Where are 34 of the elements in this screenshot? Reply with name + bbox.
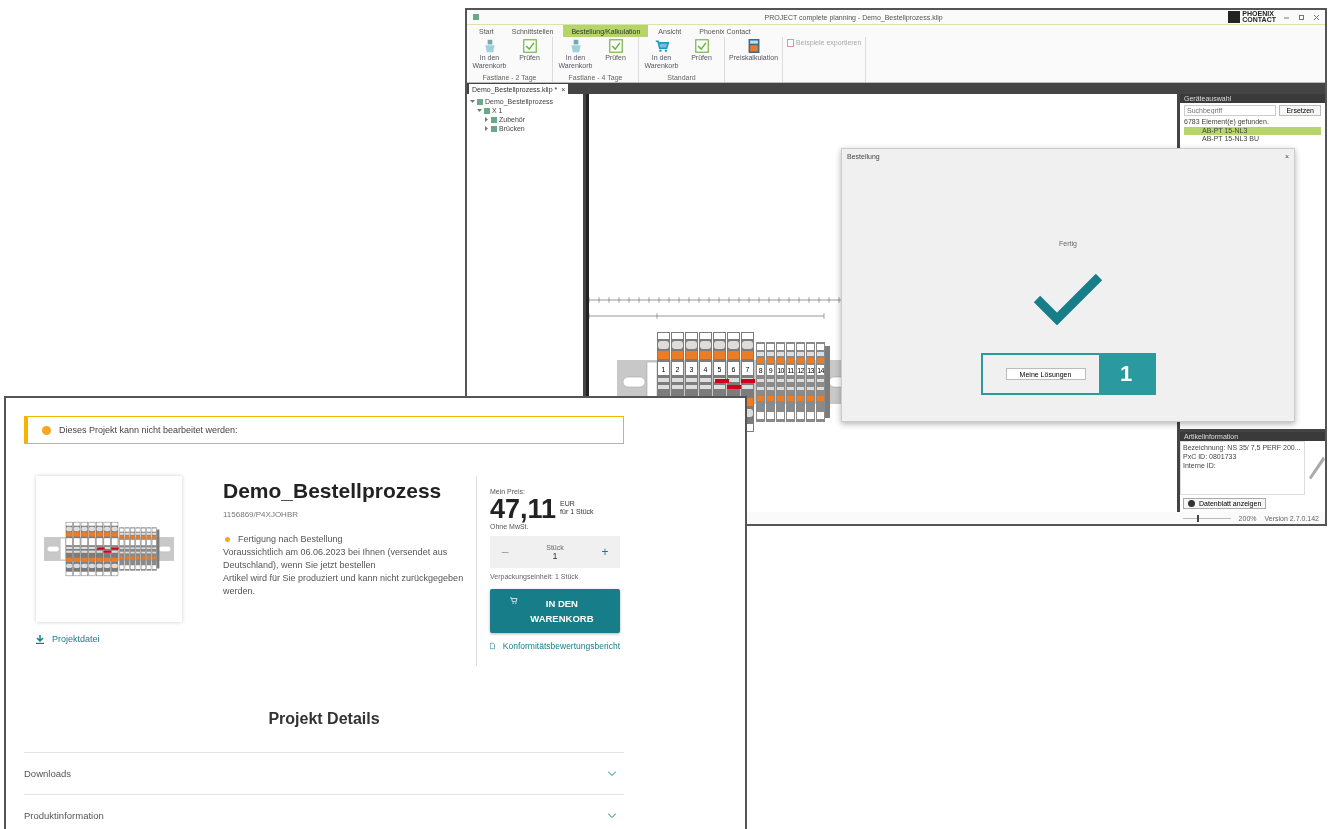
increase-button[interactable]: + — [590, 545, 620, 559]
cart-icon — [654, 39, 669, 53]
cart-icon — [510, 596, 518, 605]
article-number: 1156869/P4XJOHBR — [223, 509, 299, 521]
app-icon — [473, 14, 479, 20]
add-to-cart-button[interactable]: IN DEN WARENKORB — [490, 589, 620, 633]
rail-image — [1309, 456, 1325, 480]
download-link[interactable]: Projektdatei — [36, 634, 186, 644]
expander-icon[interactable] — [484, 126, 489, 131]
price-amount: 47,11 — [490, 495, 557, 523]
basket-icon — [482, 39, 497, 53]
expander-icon[interactable] — [477, 108, 482, 113]
warning-icon — [42, 425, 51, 435]
delivery-text: Voraussichtlich am 06.06.2023 bei Ihnen (versendet aus Deutschland), wenn Sie jetzt bestellen — [223, 546, 449, 572]
section-heading: Projekt Details — [267, 710, 381, 728]
info-icon — [1188, 500, 1195, 507]
return-note: Artikel wird für Sie produziert und kann nicht zurückgegeben werden. — [223, 572, 465, 598]
warning-text: Dieses Projekt kann nicht bearbeitet werden: — [59, 425, 238, 435]
accordion-header[interactable]: Downloads — [24, 753, 624, 795]
document-icon — [490, 641, 495, 651]
download-icon — [36, 634, 44, 644]
expander-icon[interactable] — [470, 99, 475, 104]
basket-icon — [568, 39, 583, 53]
quantity-value[interactable]: 1 — [552, 550, 558, 561]
accordion-header[interactable]: Produktinformation — [24, 795, 624, 829]
callout-number: 1 — [1098, 355, 1154, 393]
status-text: Fertigung nach Bestellung — [238, 533, 343, 546]
checkmark-icon — [1033, 273, 1103, 325]
project-title: Demo_Bestellprozess — [223, 478, 443, 504]
calculator-icon — [746, 39, 761, 53]
maximize-icon[interactable] — [1299, 14, 1304, 20]
report-link[interactable]: Konformitätsbewertungsbericht — [490, 641, 620, 651]
expander-icon[interactable] — [484, 117, 489, 122]
close-icon[interactable] — [1314, 14, 1319, 20]
